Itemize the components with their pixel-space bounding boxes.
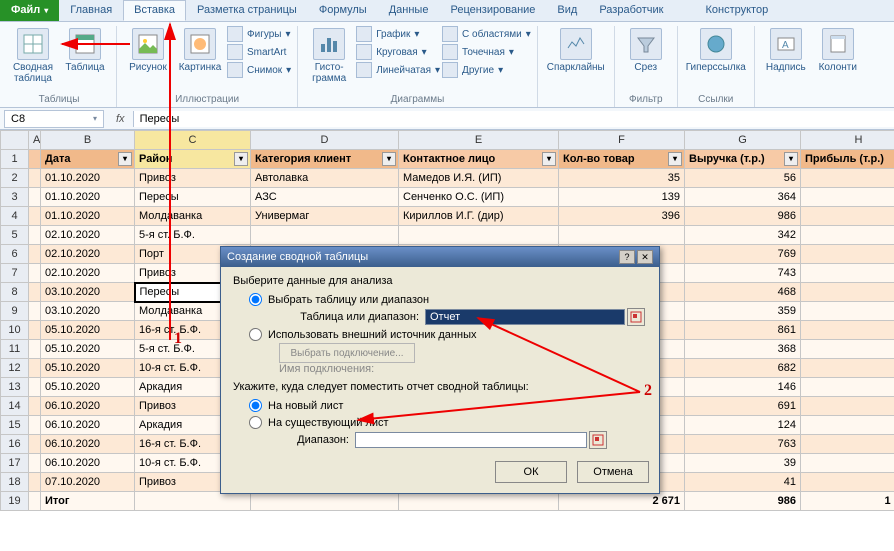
choose-connection-button: Выбрать подключение... (279, 343, 415, 363)
tab-review[interactable]: Рецензирование (439, 0, 546, 21)
other-charts-icon (442, 62, 458, 78)
sparklines-button[interactable]: Спарклайны (544, 26, 608, 92)
smartart-icon (227, 44, 243, 60)
picture-button[interactable]: Рисунок (123, 26, 173, 92)
totals-row[interactable]: 19 Итог 2 671 986 1 533 (1, 492, 894, 511)
filter-dropdown[interactable]: ▾ (542, 152, 556, 166)
shapes-button[interactable]: Фигуры ▾ (227, 26, 291, 42)
annotation-1: 1 (174, 330, 182, 348)
area-chart-icon (442, 26, 458, 42)
fx-icon[interactable]: fx (108, 113, 133, 125)
range-picker-button[interactable] (627, 308, 645, 326)
bar-chart-icon (356, 62, 372, 78)
tab-file[interactable]: Файл (0, 0, 59, 21)
table-row[interactable]: 401.10.2020МолдаванкаУнивермагКириллов И… (1, 207, 894, 226)
tab-design[interactable]: Конструктор (694, 0, 779, 21)
group-links-label: Ссылки (698, 92, 733, 107)
source-prompt: Выберите данные для анализа (233, 275, 647, 287)
ribbon: Сводная таблица Таблица Таблицы Рисунок … (0, 22, 894, 108)
pie-chart-icon (356, 44, 372, 60)
svg-text:A: A (782, 40, 789, 51)
table-row[interactable]: 502.10.20205-я ст. Б.Ф.34260 (1, 226, 894, 245)
group-tables-label: Таблицы (39, 92, 80, 107)
area-chart-button[interactable]: С областями ▾ (442, 26, 531, 42)
table-row[interactable]: 201.10.2020ПривозАвтолавкаМамедов И.Я. (… (1, 169, 894, 188)
shapes-icon (227, 26, 243, 42)
label-dest-range: Диапазон: (279, 434, 349, 446)
table-button[interactable]: Таблица (60, 26, 110, 92)
pivot-table-button[interactable]: Сводная таблица (8, 26, 58, 92)
opt-existing-sheet[interactable]: На существующий лист (233, 414, 647, 431)
tab-home[interactable]: Главная (59, 0, 123, 21)
opt-new-sheet[interactable]: На новый лист (233, 397, 647, 414)
screenshot-icon (227, 62, 243, 78)
filter-dropdown[interactable]: ▾ (118, 152, 132, 166)
tab-view[interactable]: Вид (546, 0, 588, 21)
filter-dropdown[interactable]: ▾ (668, 152, 682, 166)
filter-dropdown[interactable]: ▾ (382, 152, 396, 166)
ribbon-tabs: Файл Главная Вставка Разметка страницы Ф… (0, 0, 894, 22)
destination-prompt: Укажите, куда следует поместить отчет св… (233, 381, 647, 393)
clipart-button[interactable]: Картинка (175, 26, 225, 92)
ok-button[interactable]: ОК (495, 461, 567, 483)
dialog-close-button[interactable]: ✕ (637, 250, 653, 264)
slicer-button[interactable]: Срез (621, 26, 671, 92)
other-charts-button[interactable]: Другие ▾ (442, 62, 531, 78)
line-chart-button[interactable]: График ▾ (356, 26, 440, 42)
tab-insert[interactable]: Вставка (123, 0, 186, 21)
opt-select-table[interactable]: Выбрать таблицу или диапазон (233, 291, 647, 308)
cancel-button[interactable]: Отмена (577, 461, 649, 483)
histogram-button[interactable]: Гисто- грамма (304, 26, 354, 92)
table-icon (69, 28, 101, 60)
header-footer-icon (822, 28, 854, 60)
group-illustrations-label: Иллюстрации (175, 92, 239, 107)
scatter-chart-icon (442, 44, 458, 60)
column-headers[interactable]: A B C D E F G H (1, 131, 894, 150)
group-filter-label: Фильтр (629, 92, 663, 107)
clipart-icon (184, 28, 216, 60)
dest-range-picker-button[interactable] (589, 431, 607, 449)
formula-input[interactable]: Пересы (133, 111, 894, 127)
scatter-chart-button[interactable]: Точечная ▾ (442, 44, 531, 60)
hyperlink-button[interactable]: Гиперссылка (684, 26, 748, 92)
header-footer-button[interactable]: Колонти (813, 26, 863, 92)
line-chart-icon (356, 26, 372, 42)
dialog-help-button[interactable]: ? (619, 250, 635, 264)
textbox-button[interactable]: A Надпись (761, 26, 811, 92)
label-table-range: Таблица или диапазон: (279, 311, 419, 323)
sparklines-icon (560, 28, 592, 60)
tab-formulas[interactable]: Формулы (308, 0, 378, 21)
annotation-2: 2 (644, 382, 652, 400)
smartart-button[interactable]: SmartArt (227, 44, 291, 60)
hyperlink-icon (700, 28, 732, 60)
filter-dropdown[interactable]: ▾ (234, 152, 248, 166)
bar-chart-button[interactable]: Линейчатая ▾ (356, 62, 440, 78)
opt-external-source[interactable]: Использовать внешний источник данных (233, 326, 647, 343)
group-charts-label: Диаграммы (391, 92, 445, 107)
screenshot-button[interactable]: Снимок ▾ (227, 62, 291, 78)
table-range-input[interactable] (425, 309, 625, 325)
dialog-title: Создание сводной таблицы (227, 251, 368, 263)
tab-developer[interactable]: Разработчик (588, 0, 674, 21)
destination-range-input[interactable] (355, 432, 587, 448)
name-box[interactable]: C8 (4, 110, 104, 128)
dialog-titlebar[interactable]: Создание сводной таблицы ? ✕ (221, 247, 659, 267)
table-row[interactable]: 301.10.2020ПересыАЗССенченко О.С. (ИП)13… (1, 188, 894, 207)
histogram-icon (313, 28, 345, 60)
create-pivot-dialog: Создание сводной таблицы ? ✕ Выберите да… (220, 246, 660, 494)
pie-chart-button[interactable]: Круговая ▾ (356, 44, 440, 60)
filter-dropdown[interactable]: ▾ (784, 152, 798, 166)
textbox-icon: A (770, 28, 802, 60)
tab-data[interactable]: Данные (378, 0, 440, 21)
formula-bar: C8 fx Пересы (0, 108, 894, 130)
connection-name-label: Имя подключения: (233, 363, 647, 375)
slicer-icon (630, 28, 662, 60)
tab-pagelayout[interactable]: Разметка страницы (186, 0, 308, 21)
picture-icon (132, 28, 164, 60)
table-header-row[interactable]: 1Дата▾Район▾Категория клиент▾Контактное … (1, 150, 894, 169)
pivot-table-icon (17, 28, 49, 60)
